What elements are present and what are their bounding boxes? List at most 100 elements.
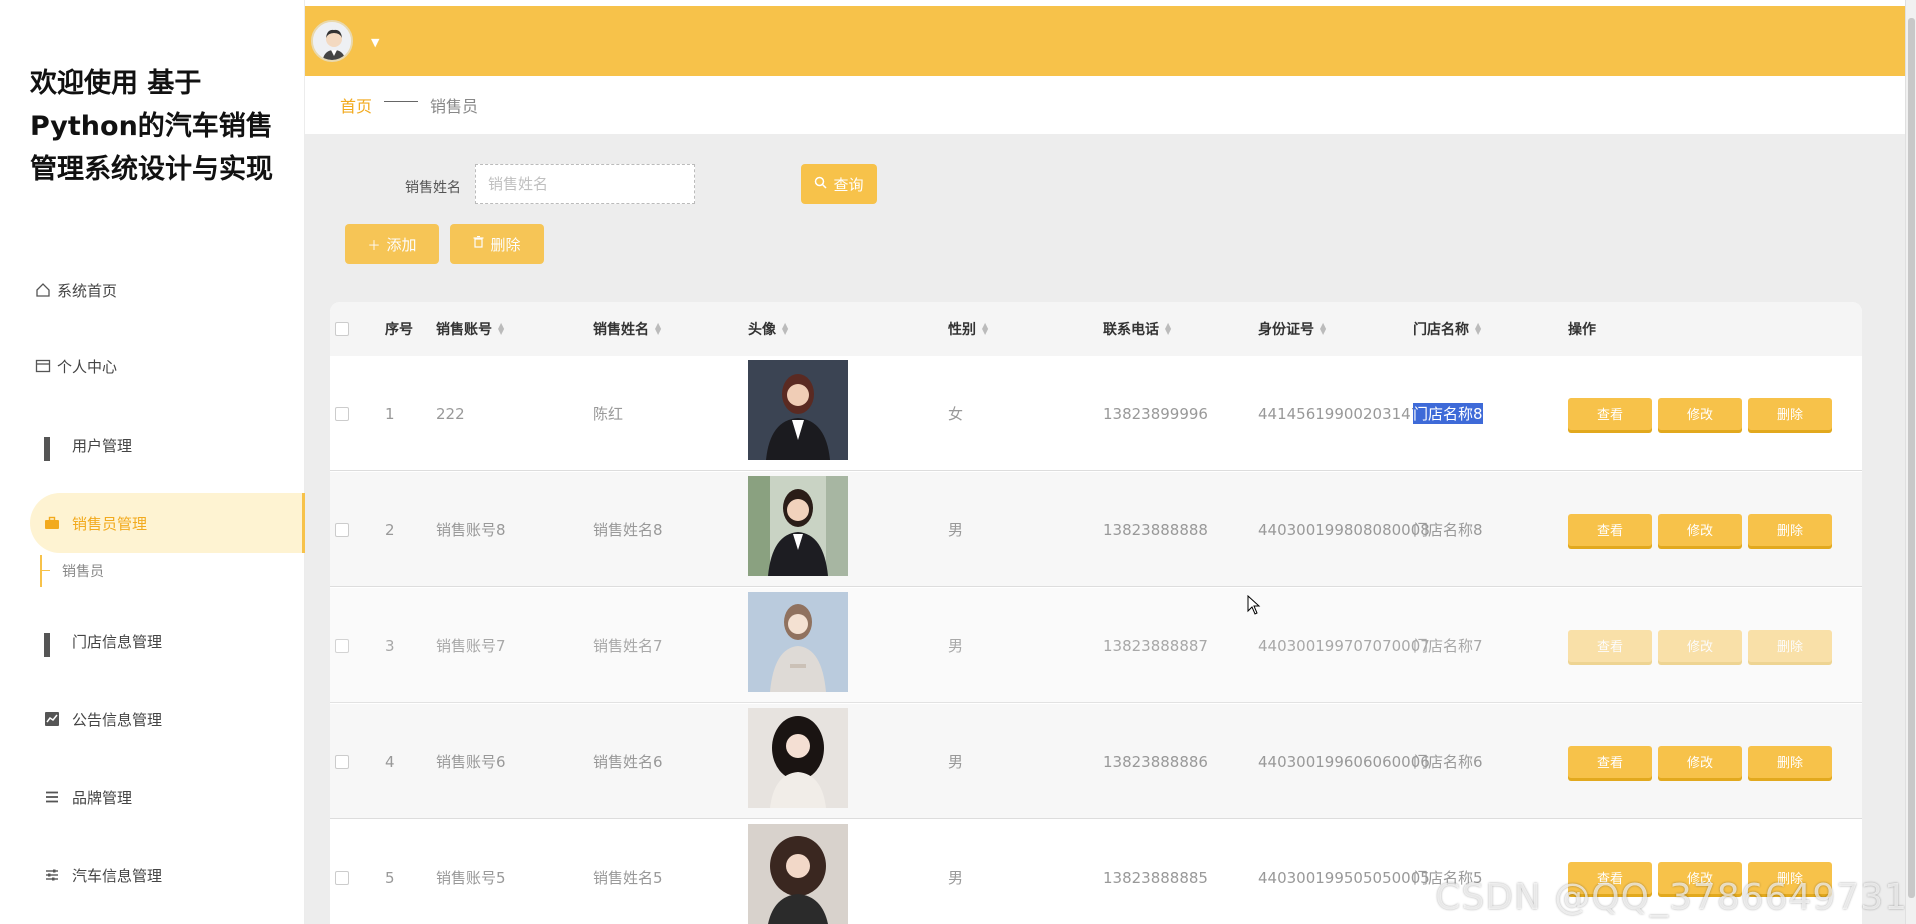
breadcrumb-separator [384, 100, 419, 102]
user-avatar[interactable] [311, 20, 353, 62]
breadcrumb-home[interactable]: 首页 [340, 93, 372, 117]
edit-button[interactable]: 修改 [1658, 513, 1742, 546]
avatar-photo[interactable] [748, 592, 848, 692]
cell-store: 门店名称7 [1413, 637, 1483, 655]
view-button[interactable]: 查看 [1568, 745, 1652, 778]
edit-button[interactable]: 修改 [1658, 397, 1742, 430]
cell-gender: 男 [948, 637, 964, 655]
cell-index: 1 [385, 404, 395, 423]
column-header-avatar[interactable]: 头像 ▲ ▼ [748, 302, 788, 356]
plus-icon: ＋ [367, 238, 381, 254]
sidebar-item-home[interactable]: 系统首页 [0, 262, 305, 318]
scrollbar-thumb[interactable] [1908, 18, 1915, 898]
cell-store: 门店名称8 [1413, 521, 1483, 539]
list-icon [44, 789, 60, 805]
cell-id-card: 440300199808080008 [1258, 520, 1430, 539]
cell-account: 销售账号6 [436, 753, 506, 771]
avatar-photo[interactable] [748, 360, 848, 460]
view-button[interactable]: 查看 [1568, 513, 1652, 546]
column-header-phone[interactable]: 联系电话 ▲ ▼ [1103, 302, 1171, 356]
chevron-down-icon[interactable]: ▼ [371, 36, 379, 49]
cell-name: 陈红 [593, 405, 624, 423]
cell-id-card: 440300199606060006 [1258, 752, 1430, 771]
cell-name: 销售姓名6 [593, 753, 663, 771]
cell-account: 销售账号8 [436, 521, 506, 539]
add-button-label: 添加 [386, 235, 417, 254]
sidebar-item-label: 系统首页 [57, 281, 118, 300]
column-header-store[interactable]: 门店名称 ▲ ▼ [1413, 302, 1481, 356]
column-header-id-card[interactable]: 身份证号 ▲ ▼ [1258, 302, 1326, 356]
view-button[interactable]: 查看 [1568, 629, 1652, 662]
cell-index: 2 [385, 520, 395, 539]
avatar-photo[interactable] [748, 708, 848, 808]
column-header-gender[interactable]: 性别 ▲ ▼ [948, 302, 988, 356]
row-delete-button[interactable]: 删除 [1748, 745, 1832, 778]
sidebar-item-sales-management[interactable]: 销售员管理 [30, 493, 305, 553]
sidebar-item-cars[interactable]: 汽车信息管理 [0, 847, 305, 903]
cell-account: 销售账号7 [436, 637, 506, 655]
sidebar-item-label: 销售员管理 [72, 514, 148, 533]
cell-gender: 男 [948, 753, 964, 771]
column-header-name[interactable]: 销售姓名 ▲ ▼ [593, 302, 661, 356]
add-button[interactable]: ＋ 添加 [345, 224, 439, 264]
row-checkbox[interactable] [335, 588, 349, 703]
grid-icon [44, 437, 60, 461]
search-label: 销售姓名 [405, 180, 461, 196]
search-input[interactable] [475, 164, 695, 204]
row-checkbox[interactable] [335, 356, 349, 471]
sidebar-subitem-salesperson[interactable]: 销售员 [40, 555, 104, 587]
column-header-actions: 操作 [1568, 322, 1596, 338]
sidebar-item-profile[interactable]: 个人中心 [0, 338, 305, 394]
avatar-photo[interactable] [748, 476, 848, 576]
briefcase-icon [44, 515, 60, 531]
row-delete-button[interactable]: 删除 [1748, 397, 1832, 430]
cell-index: 5 [385, 868, 395, 887]
row-delete-button[interactable]: 删除 [1748, 513, 1832, 546]
vertical-scrollbar[interactable] [1905, 0, 1916, 924]
avatar-photo[interactable] [748, 824, 848, 924]
edit-button[interactable]: 修改 [1658, 629, 1742, 662]
sidebar-item-label: 公告信息管理 [72, 710, 163, 729]
cell-name: 销售姓名5 [593, 869, 663, 887]
sliders-icon [44, 867, 60, 883]
cell-account: 销售账号5 [436, 869, 506, 887]
row-checkbox[interactable] [335, 472, 349, 587]
edit-button[interactable]: 修改 [1658, 745, 1742, 778]
select-all-checkbox[interactable] [335, 302, 349, 356]
salesperson-table: 序号 销售账号 ▲ ▼ 销售姓名 ▲ ▼ 头像 ▲ ▼ 性别 ▲ ▼ 联系电话 ▲ ▼ 身份证号 ▲ ▼… [330, 302, 1862, 924]
cell-phone: 13823888888 [1103, 520, 1208, 539]
sort-icon: ▲ ▼ [782, 321, 789, 336]
profile-card-icon [35, 358, 51, 374]
column-header-account[interactable]: 销售账号 ▲ ▼ [436, 302, 504, 356]
delete-button[interactable]: 删除 [450, 224, 544, 264]
column-header-index: 序号 [385, 322, 413, 338]
row-checkbox[interactable] [335, 704, 349, 819]
table-row: 1 222 陈红 女 13823899996 44145619900203147… [330, 356, 1862, 471]
cell-id-card: 440300199707070007 [1258, 636, 1430, 655]
query-button-label: 查询 [833, 175, 864, 194]
home-icon [35, 282, 51, 298]
sidebar-item-users[interactable]: 用户管理 [0, 417, 305, 473]
sort-icon: ▲ ▼ [1475, 321, 1482, 336]
sidebar-item-brands[interactable]: 品牌管理 [0, 769, 305, 825]
cell-index: 3 [385, 636, 395, 655]
view-button[interactable]: 查看 [1568, 397, 1652, 430]
row-checkbox[interactable] [335, 820, 349, 924]
sidebar-item-stores[interactable]: 门店信息管理 [0, 613, 305, 669]
main-content: 销售姓名 查询 ＋ 添加 删除 序号 销售账号▲▼ 销售姓名▲▼ 头像▲▼ 性别… [305, 134, 1905, 924]
cell-store: 门店名称6 [1413, 753, 1483, 771]
app-title: 欢迎使用 基于Python的汽车销售管理系统设计与实现 [30, 68, 273, 185]
chart-icon [44, 711, 60, 727]
sidebar-item-announcements[interactable]: 公告信息管理 [0, 691, 305, 747]
sort-icon: ▲ ▼ [498, 321, 505, 336]
top-bar: ▼ [305, 6, 1905, 76]
row-delete-button[interactable]: 删除 [1748, 629, 1832, 662]
cell-phone: 13823899996 [1103, 404, 1208, 423]
sidebar-item-label: 个人中心 [57, 357, 118, 376]
cell-gender: 男 [948, 869, 964, 887]
grid-icon [44, 633, 60, 657]
sort-icon: ▲ ▼ [1320, 321, 1327, 336]
table-row: 3 销售账号7 销售姓名7 男 13823888887 440300199707… [330, 588, 1862, 703]
query-button[interactable]: 查询 [801, 164, 877, 204]
row-actions: 查看 修改 删除 [1568, 472, 1832, 587]
